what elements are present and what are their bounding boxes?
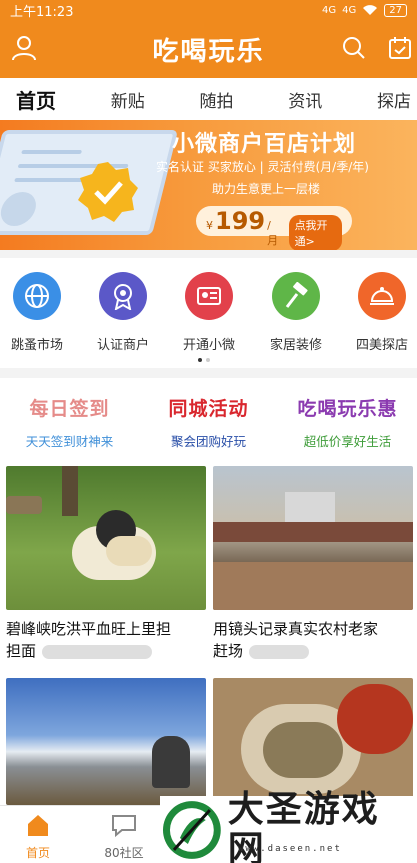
price-pill[interactable]: ¥ 199 /月 点我开通> <box>196 206 352 250</box>
nav-community[interactable]: 80社区 <box>84 812 164 861</box>
calendar-check-icon <box>389 37 411 59</box>
checkin-calendar-button[interactable] <box>384 32 416 64</box>
quick-entry-store-visit[interactable]: 四美探店 <box>342 272 417 353</box>
quick-entry-label: 认证商户 <box>96 338 149 353</box>
tab-store-visits[interactable]: 探店 <box>377 81 411 118</box>
search-icon <box>343 37 365 59</box>
home-icon <box>28 815 48 836</box>
price-value: 199 <box>215 207 266 235</box>
post-image-food <box>213 678 413 805</box>
post-caption: 用镜头记录真实农村老家 赶场 <box>213 618 413 662</box>
status-icons: 4G 4G 27 <box>322 3 407 17</box>
quick-entry-certified-merchant[interactable]: 认证商户 <box>83 272 163 353</box>
promo-title: 每日签到 <box>29 398 110 420</box>
dome-cover-icon <box>358 272 406 320</box>
post-caption-line1: 碧峰峡吃洪平血旺上里担 <box>6 620 172 638</box>
open-cta-button[interactable]: 点我开通> <box>288 215 342 250</box>
battery-indicator: 27 <box>384 3 407 17</box>
tab-news[interactable]: 资讯 <box>288 81 322 118</box>
globe-icon <box>13 272 61 320</box>
promo-subtitle: 超低价享好生活 <box>303 434 392 449</box>
post-image-mountains <box>6 678 206 805</box>
promo-title: 吃喝玩乐惠 <box>297 398 398 420</box>
post-card[interactable]: 用镜头记录真实农村老家 赶场 <box>213 466 413 662</box>
blurred-text <box>42 644 153 659</box>
post-caption-line2: 赶场 <box>213 642 244 660</box>
post-image-market <box>213 466 413 610</box>
site-watermark: 大圣游戏网 www.daseen.net <box>160 789 417 863</box>
quick-entry-label: 开通小微 <box>182 338 235 353</box>
verified-badge-icon <box>78 162 138 222</box>
ribbon-badge-icon <box>99 272 147 320</box>
promo-deals[interactable]: 吃喝玩乐惠 超低价享好生活 <box>278 394 417 450</box>
promo-banner[interactable]: 小微商户百店计划 实名认证 买家放心 | 灵活付费(月/季/年) 助力生意更上一… <box>0 120 417 250</box>
tab-snapshots[interactable]: 随拍 <box>200 81 234 118</box>
signal-icon-2: 4G <box>342 4 357 16</box>
quick-entry-flea-market[interactable]: 跳蚤市场 <box>0 272 77 353</box>
app-header: 吃喝玩乐 <box>0 20 417 78</box>
promo-daily-checkin[interactable]: 每日签到 天天签到财神来 <box>0 394 139 450</box>
category-tabs: 首页 新贴 随拍 资讯 探店 <box>0 78 417 124</box>
quick-entry-row: 跳蚤市场 认证商户 开通小微 家居装修 四美探店 <box>0 258 417 368</box>
id-card-icon <box>185 272 233 320</box>
status-time: 上午11:23 <box>10 4 74 20</box>
promo-row: 每日签到 天天签到财神来 同城活动 聚会团购好玩 吃喝玩乐惠 超低价享好生活 <box>0 378 417 460</box>
tab-new-posts[interactable]: 新贴 <box>111 81 145 118</box>
tab-home[interactable]: 首页 <box>16 79 56 124</box>
promo-local-events[interactable]: 同城活动 聚会团购好玩 <box>139 394 278 450</box>
quick-entry-home-decor[interactable]: 家居装修 <box>256 272 336 353</box>
post-image-pandas <box>6 466 206 610</box>
post-caption: 碧峰峡吃洪平血旺上里担 担面 <box>6 618 206 662</box>
promo-subtitle: 天天签到财神来 <box>25 434 114 449</box>
banner-subtitle-2: 助力生意更上一层楼 <box>212 182 321 196</box>
post-card[interactable]: 碧峰峡吃洪平血旺上里担 担面 <box>6 466 206 662</box>
promo-title: 同城活动 <box>168 398 249 420</box>
post-caption-line1: 用镜头记录真实农村老家 <box>213 620 379 638</box>
quick-entry-label: 跳蚤市场 <box>10 338 63 353</box>
price-unit: /月 <box>267 219 279 247</box>
banner-subtitle: 实名认证 买家放心 | 灵活付费(月/季/年) <box>156 160 369 174</box>
quick-entry-label: 家居装修 <box>269 338 322 353</box>
nav-home[interactable]: 首页 <box>0 812 78 861</box>
post-card[interactable] <box>213 678 413 805</box>
watermark-url: www.daseen.net <box>238 844 342 854</box>
post-card[interactable] <box>6 678 206 805</box>
post-feed: 碧峰峡吃洪平血旺上里担 担面 用镜头记录真实农村老家 赶场 <box>0 460 417 805</box>
banner-title: 小微商户百店计划 <box>172 132 357 157</box>
wifi-icon <box>363 5 378 15</box>
promo-subtitle: 聚会团购好玩 <box>170 434 246 449</box>
status-bar: 上午11:23 4G 4G 27 <box>0 0 417 20</box>
signal-icon-1: 4G <box>322 4 337 16</box>
hammer-icon <box>272 272 320 320</box>
post-caption-line2: 担面 <box>6 642 37 660</box>
quick-entry-open-micro[interactable]: 开通小微 <box>169 272 249 353</box>
watermark-logo-icon <box>162 800 221 859</box>
blurred-text <box>249 644 310 659</box>
search-button[interactable] <box>338 32 370 64</box>
carousel-dots <box>198 358 210 362</box>
nav-label: 80社区 <box>104 846 144 860</box>
price-currency: ¥ <box>206 219 213 232</box>
quick-entry-label: 四美探店 <box>355 338 408 353</box>
nav-label: 首页 <box>25 846 50 860</box>
chat-bubble-icon <box>112 815 136 838</box>
